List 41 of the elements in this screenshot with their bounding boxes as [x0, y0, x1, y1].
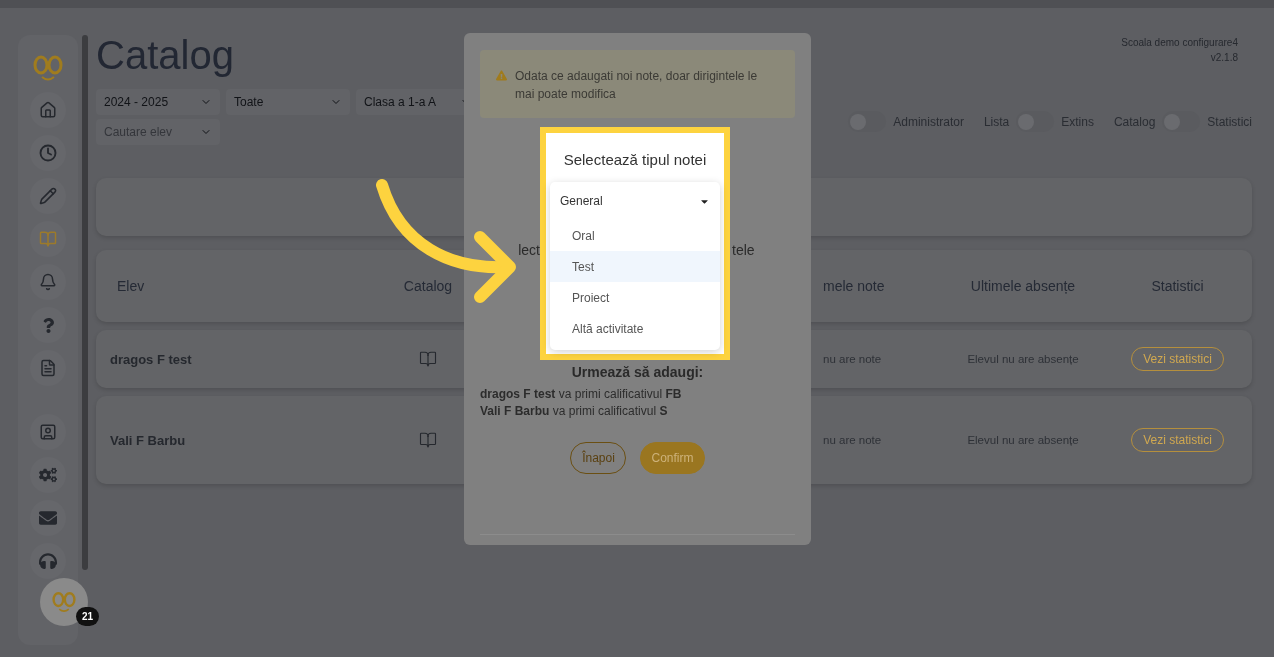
dropdown-option[interactable]: Proiect	[550, 282, 720, 313]
document-icon[interactable]	[30, 350, 66, 386]
grade-summary: dragos F test va primi calificativul FB	[480, 386, 683, 403]
alert-text: Odata ce adaugati noi note, doar dirigintele le mai poate modifica	[515, 68, 759, 101]
notification-badge: 21	[76, 607, 100, 626]
dropdown-option[interactable]: Oral	[550, 220, 720, 251]
question-icon[interactable]	[30, 307, 66, 343]
confirm-button[interactable]: Confirm	[640, 442, 705, 474]
book-icon[interactable]	[30, 221, 66, 257]
warning-icon	[496, 70, 507, 81]
student-name: Vali F Barbu	[109, 432, 187, 448]
grade-summary: Vali F Barbu va primi calificativul S	[480, 403, 669, 420]
column-header: Elev	[116, 278, 146, 294]
dropdown-option[interactable]: Altă activitate	[550, 313, 720, 344]
logo-icon	[32, 53, 64, 83]
page-title: Catalog	[96, 35, 235, 75]
contact-icon[interactable]	[30, 414, 66, 450]
dropdown-select[interactable]: General	[550, 182, 720, 220]
filter-select[interactable]: Toate	[226, 89, 350, 115]
clock-icon[interactable]	[30, 135, 66, 171]
dropdown-option[interactable]: Test	[550, 251, 720, 282]
logo-icon	[51, 590, 77, 614]
dropdown-title: Selectează tipul notei	[563, 151, 707, 168]
headphones-icon[interactable]	[30, 543, 66, 579]
home-icon[interactable]	[30, 92, 66, 128]
bell-icon[interactable]	[30, 264, 66, 300]
column-header: Catalog	[403, 278, 453, 294]
column-header: mele note	[823, 278, 886, 294]
book-icon[interactable]	[419, 350, 437, 368]
pencil-icon[interactable]	[30, 178, 66, 214]
book-icon[interactable]	[419, 431, 437, 449]
subheading: Urmează să adaugi:	[571, 364, 704, 380]
heading-fragment: lect	[518, 242, 540, 258]
column-header: Ultimele absențe	[970, 278, 1076, 294]
sidebar-scrollbar[interactable]	[82, 35, 88, 570]
filter-select[interactable]: 2024 - 2025	[96, 89, 220, 115]
mail-icon[interactable]	[30, 500, 66, 536]
column-header: Statistici	[1151, 278, 1204, 294]
heading-fragment: tele	[732, 242, 756, 258]
gears-icon[interactable]	[30, 457, 66, 493]
student-name: dragos F test	[109, 351, 193, 367]
